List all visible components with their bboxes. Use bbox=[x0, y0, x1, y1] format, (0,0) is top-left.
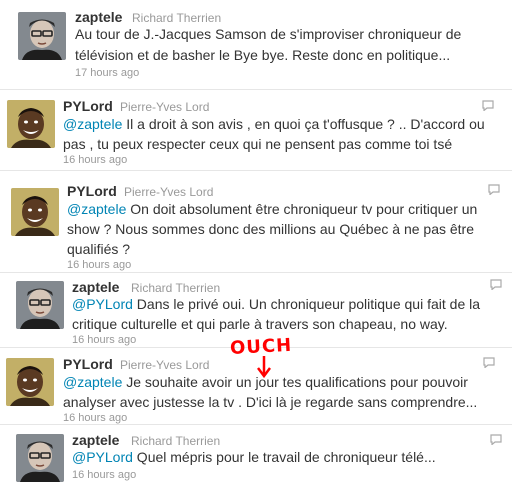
tweet-text-line: qualifiés ? bbox=[67, 241, 131, 257]
reply-icon[interactable] bbox=[488, 182, 500, 196]
divider bbox=[0, 170, 512, 171]
divider bbox=[0, 89, 512, 90]
divider bbox=[0, 272, 512, 273]
tweet-text-line: show ? Nous sommes donc des millions au … bbox=[67, 221, 474, 237]
mention-link[interactable]: @zaptele bbox=[67, 201, 126, 217]
tweet-text-line: analyser avec justesse la tv . D'ici là … bbox=[63, 394, 478, 410]
avatar-pylord[interactable] bbox=[7, 100, 55, 148]
username[interactable]: zaptele bbox=[72, 279, 119, 295]
username[interactable]: PYLord bbox=[63, 98, 113, 114]
timestamp[interactable]: 16 hours ago bbox=[72, 469, 136, 481]
reply-icon[interactable] bbox=[490, 277, 502, 291]
reply-icon[interactable] bbox=[482, 98, 494, 112]
tweet-text-line: critique culturelle et qui parle à trave… bbox=[72, 316, 448, 332]
tweet-text: Je souhaite avoir un jour tes qualificat… bbox=[122, 374, 468, 390]
avatar-pylord[interactable] bbox=[6, 358, 54, 406]
username[interactable]: PYLord bbox=[67, 183, 117, 199]
tweet-text: Il a droit à son avis , en quoi ça t'off… bbox=[122, 116, 485, 132]
tweet-text-line: télévision et de basher le Bye bye. Rest… bbox=[75, 47, 451, 63]
timestamp[interactable]: 16 hours ago bbox=[63, 154, 127, 166]
ouch-text: OUCH bbox=[230, 335, 293, 359]
mention-link[interactable]: @zaptele bbox=[63, 374, 122, 390]
avatar-pylord[interactable] bbox=[11, 188, 59, 236]
username[interactable]: zaptele bbox=[72, 432, 119, 448]
timestamp[interactable]: 16 hours ago bbox=[72, 334, 136, 346]
full-name: Richard Therrien bbox=[132, 11, 222, 25]
reply-icon[interactable] bbox=[483, 355, 495, 369]
tweet-text-line: @PYLord Quel mépris pour le travail de c… bbox=[72, 447, 436, 468]
avatar-zaptele[interactable] bbox=[18, 12, 66, 60]
tweet-text: Dans le privé oui. Un chroniqueur politi… bbox=[132, 296, 481, 312]
full-name: Pierre-Yves Lord bbox=[120, 358, 210, 372]
timestamp[interactable]: 16 hours ago bbox=[63, 412, 127, 424]
timestamp[interactable]: 16 hours ago bbox=[67, 259, 131, 271]
full-name: Richard Therrien bbox=[131, 281, 221, 295]
full-name: Pierre-Yves Lord bbox=[120, 100, 210, 114]
avatar-zaptele[interactable] bbox=[16, 434, 64, 482]
tweet-text-line: pas , tu peux respecter ceux qui ne pens… bbox=[63, 136, 453, 152]
full-name: Richard Therrien bbox=[131, 434, 221, 448]
tweet-text: Quel mépris pour le travail de chronique… bbox=[132, 449, 436, 465]
tweet-text: On doit absolument être chroniqueur tv p… bbox=[126, 201, 478, 217]
timestamp[interactable]: 17 hours ago bbox=[75, 67, 139, 79]
username[interactable]: PYLord bbox=[63, 356, 113, 372]
mention-link[interactable]: @PYLord bbox=[72, 449, 133, 465]
username[interactable]: zaptele bbox=[75, 9, 122, 25]
tweet-text-line: @zaptele Je souhaite avoir un jour tes q… bbox=[63, 372, 468, 393]
divider bbox=[0, 424, 512, 425]
avatar-zaptele[interactable] bbox=[16, 281, 64, 329]
reply-icon[interactable] bbox=[490, 432, 502, 446]
tweet-text-line: Au tour de J.-Jacques Samson de s'improv… bbox=[75, 26, 462, 42]
tweet-text-line: @zaptele On doit absolument être chroniq… bbox=[67, 199, 477, 220]
tweet-text-line: @zaptele Il a droit à son avis , en quoi… bbox=[63, 114, 485, 135]
full-name: Pierre-Yves Lord bbox=[124, 185, 214, 199]
mention-link[interactable]: @PYLord bbox=[72, 296, 133, 312]
tweet-text-line: @PYLord Dans le privé oui. Un chroniqueu… bbox=[72, 294, 480, 315]
mention-link[interactable]: @zaptele bbox=[63, 116, 122, 132]
